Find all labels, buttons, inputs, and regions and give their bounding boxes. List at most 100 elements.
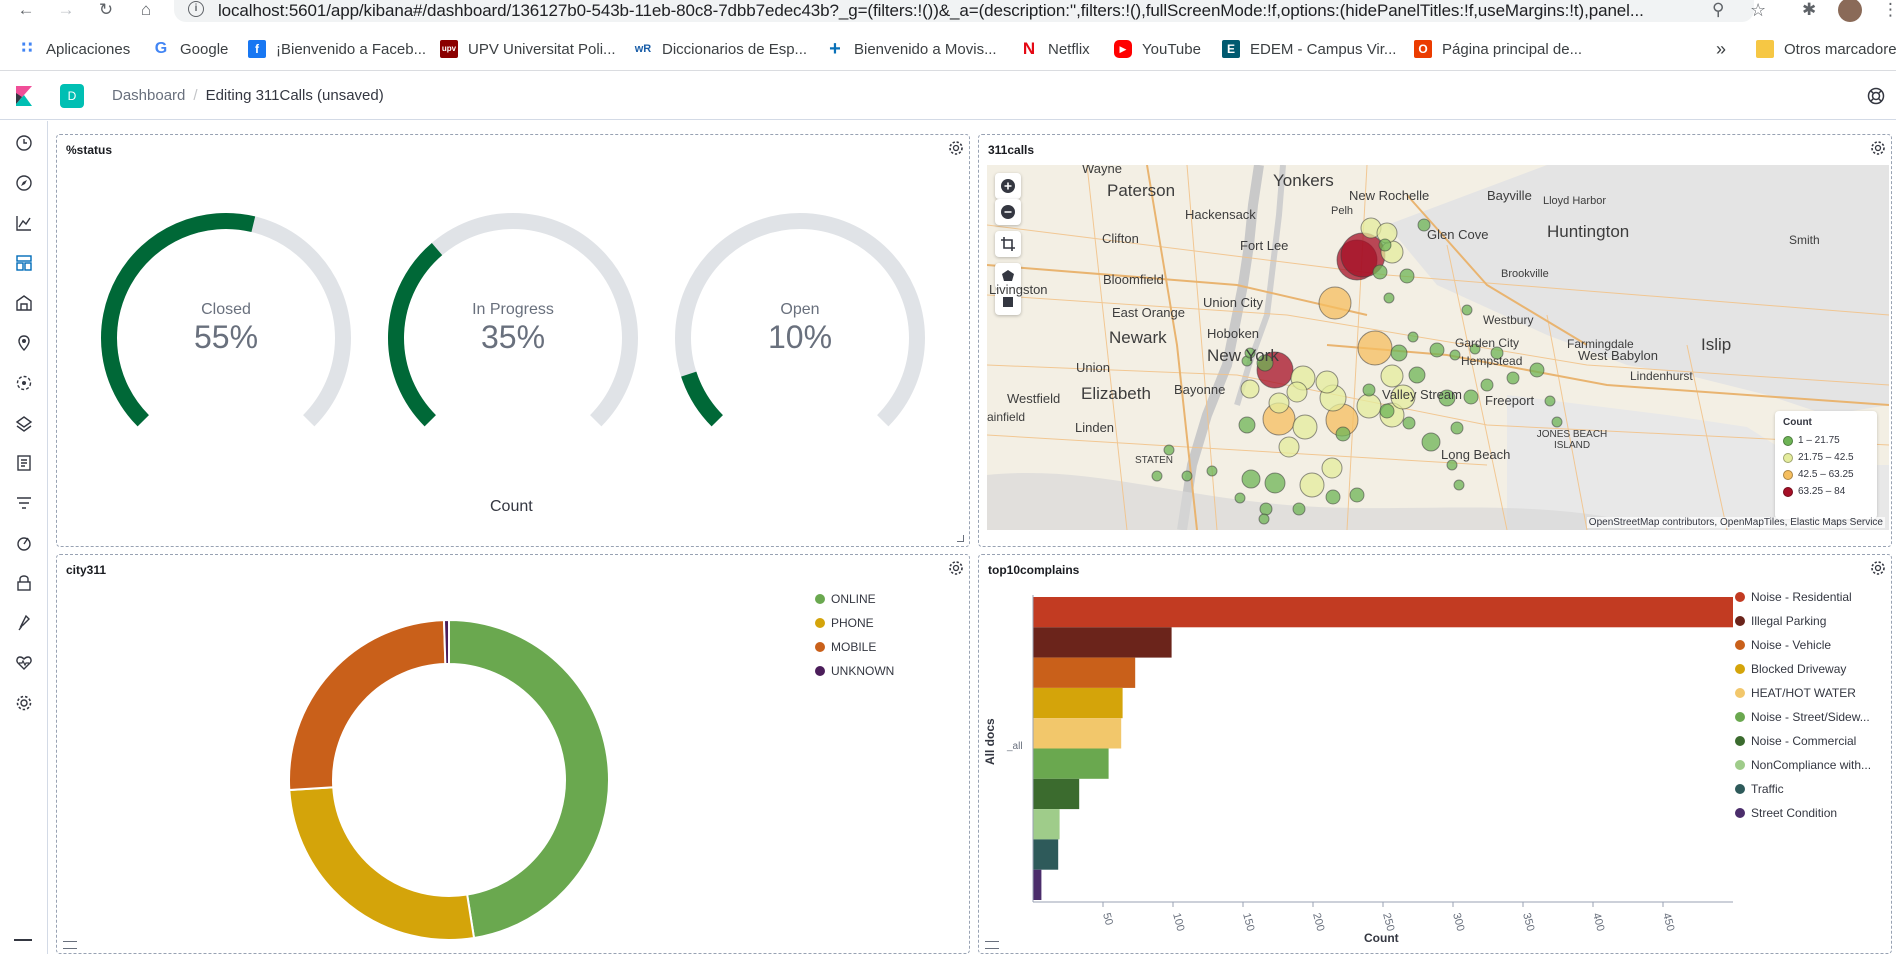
map-point[interactable] <box>1286 381 1308 403</box>
infrastructure-icon[interactable] <box>14 413 34 433</box>
apm-icon[interactable] <box>14 493 34 513</box>
map-point[interactable] <box>1407 331 1419 343</box>
back-arrow-icon[interactable]: ← <box>12 0 40 22</box>
bookmark-google[interactable]: G Google <box>152 38 229 60</box>
maps-icon[interactable] <box>14 333 34 353</box>
map-point[interactable] <box>1335 426 1351 442</box>
profile-avatar[interactable] <box>1838 0 1862 22</box>
siem-icon[interactable] <box>14 573 34 593</box>
map-point[interactable] <box>1529 362 1545 378</box>
map-point[interactable] <box>1390 344 1408 362</box>
map-point[interactable] <box>1378 238 1392 252</box>
map-point[interactable] <box>1181 470 1193 482</box>
map-point[interactable] <box>1292 414 1318 440</box>
map-point[interactable] <box>1506 371 1520 385</box>
legend-item[interactable]: Illegal Parking <box>1735 609 1871 633</box>
more-bookmarks-button[interactable]: » <box>1716 38 1726 60</box>
map-point[interactable] <box>1163 444 1175 456</box>
map-point[interactable] <box>1278 436 1300 458</box>
map-point[interactable] <box>1399 268 1415 284</box>
extensions-icon[interactable]: ✱ <box>1802 0 1816 20</box>
recently-viewed-icon[interactable] <box>14 133 34 153</box>
visualize-icon[interactable] <box>14 213 34 233</box>
map-point[interactable] <box>1240 379 1260 399</box>
map-point[interactable] <box>1429 342 1445 358</box>
legend-item[interactable]: Noise - Residential <box>1735 585 1871 609</box>
bookmark-upv[interactable]: upv UPV Universitat Poli... <box>440 38 616 60</box>
bar[interactable] <box>1033 687 1123 719</box>
bookmark-facebook[interactable]: f ¡Bienvenido a Faceb... <box>248 38 426 60</box>
address-bar[interactable]: i localhost:5601/app/kibana#/dashboard/1… <box>174 0 1766 22</box>
panel-options-gear-icon[interactable] <box>1869 139 1887 157</box>
map-point[interactable] <box>1372 264 1388 280</box>
map-point[interactable] <box>1241 469 1261 489</box>
donut-slice-phone[interactable] <box>288 786 476 941</box>
breadcrumb-dashboard-link[interactable]: Dashboard <box>112 87 185 104</box>
space-avatar[interactable]: D <box>60 84 84 108</box>
legend-item[interactable]: Noise - Street/Sidew... <box>1735 705 1871 729</box>
map-point[interactable] <box>1408 366 1426 384</box>
legend-item[interactable]: Noise - Commercial <box>1735 729 1871 753</box>
stack-monitoring-icon[interactable] <box>14 653 34 673</box>
legend-item[interactable]: NonCompliance with... <box>1735 753 1871 777</box>
map-point[interactable] <box>1268 392 1290 414</box>
map-point[interactable] <box>1325 489 1341 505</box>
dashboard-icon[interactable] <box>14 253 34 273</box>
donut-slice-mobile[interactable] <box>288 619 447 792</box>
resize-handle-icon[interactable] <box>957 535 964 542</box>
map-point[interactable] <box>1321 457 1343 479</box>
bar[interactable] <box>1033 809 1060 840</box>
legend-item[interactable]: Street Condition <box>1735 801 1871 825</box>
legend-item[interactable]: Noise - Vehicle <box>1735 633 1871 657</box>
logs-icon[interactable] <box>14 453 34 473</box>
map-point[interactable] <box>1551 416 1563 428</box>
map-canvas[interactable]: Wayne Paterson Yonkers New Rochelle Bayville… <box>987 165 1889 530</box>
map-point[interactable] <box>1357 330 1393 366</box>
bookmark-youtube[interactable]: ▶ YouTube <box>1114 38 1201 60</box>
reload-icon[interactable]: ↻ <box>92 0 120 22</box>
gauge-fill-arc[interactable] <box>388 242 443 427</box>
map-point[interactable] <box>1380 364 1404 388</box>
bookmark-star-icon[interactable]: ☆ <box>1750 0 1766 21</box>
legend-toggle-icon[interactable] <box>63 941 77 949</box>
bar[interactable] <box>1033 718 1122 749</box>
map-point[interactable] <box>1402 416 1416 430</box>
bar[interactable] <box>1033 627 1172 658</box>
legend-item[interactable]: Traffic <box>1735 777 1871 801</box>
map-point[interactable] <box>1259 502 1273 516</box>
home-icon[interactable]: ⌂ <box>132 0 160 22</box>
map-point[interactable] <box>1362 383 1376 397</box>
donut-slice-online[interactable] <box>448 618 610 940</box>
map-point[interactable] <box>1258 513 1270 525</box>
map-point[interactable] <box>1318 286 1352 320</box>
bookmark-netflix[interactable]: N Netflix <box>1020 38 1090 60</box>
kibana-logo-icon[interactable] <box>12 84 36 108</box>
map-point[interactable] <box>1450 421 1464 435</box>
bookmark-office[interactable]: O Página principal de... <box>1414 38 1582 60</box>
zoom-icon[interactable]: ⚲ <box>1712 0 1724 20</box>
map-point[interactable] <box>1315 370 1339 394</box>
legend-item[interactable]: HEAT/HOT WATER <box>1735 681 1871 705</box>
map-point[interactable] <box>1383 292 1395 304</box>
legend-item-phone[interactable]: PHONE <box>815 611 894 635</box>
management-gear-icon[interactable] <box>14 693 34 713</box>
bookmark-apps[interactable]: ∷ Aplicaciones <box>18 38 130 60</box>
site-info-icon[interactable]: i <box>188 1 204 17</box>
bar[interactable] <box>1033 869 1042 900</box>
dev-tools-icon[interactable] <box>14 613 34 633</box>
legend-item-unknown[interactable]: UNKNOWN <box>815 659 894 683</box>
map-point[interactable] <box>1379 403 1395 419</box>
map-point[interactable] <box>1463 389 1479 405</box>
forward-arrow-icon[interactable]: → <box>52 0 80 22</box>
map-point[interactable] <box>1349 487 1365 503</box>
discover-icon[interactable] <box>14 173 34 193</box>
other-bookmarks[interactable]: Otros marcadores <box>1756 38 1896 60</box>
map-point[interactable] <box>1461 304 1473 316</box>
bar[interactable] <box>1033 657 1136 688</box>
bar[interactable] <box>1033 597 1733 628</box>
map-point[interactable] <box>1449 349 1461 361</box>
map-attribution[interactable]: OpenStreetMap contributors, OpenMapTiles… <box>1586 517 1885 528</box>
map-point[interactable] <box>1264 472 1286 494</box>
canvas-icon[interactable] <box>14 293 34 313</box>
menu-dots-icon[interactable]: ⋮ <box>1882 0 1896 20</box>
